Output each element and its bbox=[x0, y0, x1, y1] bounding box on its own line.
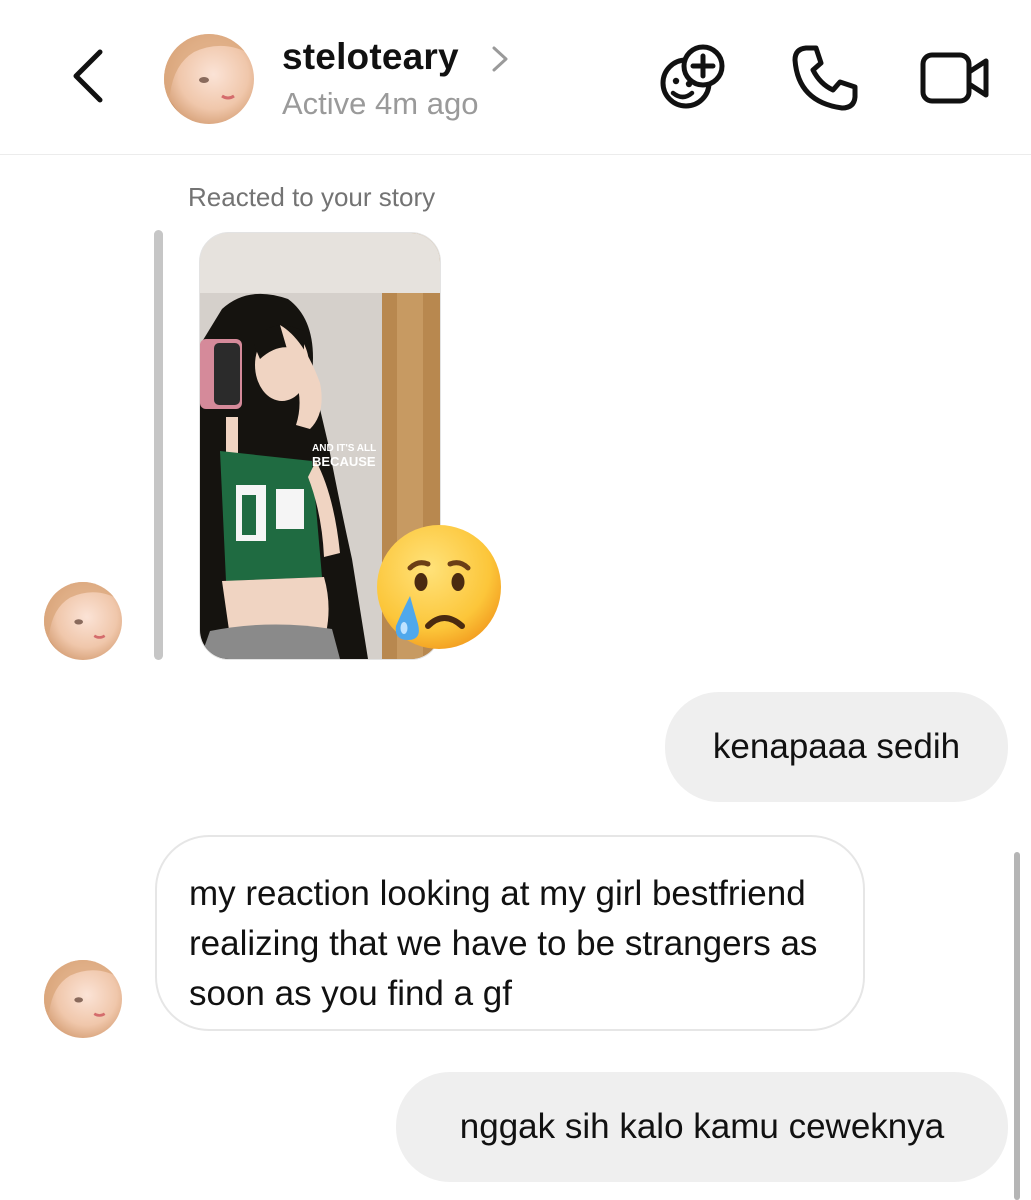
sender-avatar[interactable] bbox=[44, 960, 122, 1038]
back-button[interactable] bbox=[62, 44, 118, 108]
outgoing-message[interactable]: nggak sih kalo kamu ceweknya bbox=[396, 1072, 1008, 1182]
active-status: Active 4m ago bbox=[282, 86, 479, 121]
scrollbar[interactable] bbox=[1014, 852, 1020, 1200]
story-text-line1: AND IT'S ALL bbox=[312, 443, 376, 454]
outgoing-message[interactable]: kenapaaa sedih bbox=[665, 692, 1008, 802]
chat-header: steloteary Active 4m ago bbox=[0, 0, 1031, 155]
profile-avatar[interactable] bbox=[164, 34, 254, 124]
sender-avatar[interactable] bbox=[44, 582, 122, 660]
incoming-message[interactable]: my reaction looking at my girl bestfrien… bbox=[155, 835, 865, 1031]
video-camera-icon[interactable] bbox=[916, 38, 994, 116]
add-effects-icon[interactable] bbox=[654, 38, 732, 116]
story-text-line2: BECAUSE bbox=[312, 454, 376, 469]
story-reaction-label: Reacted to your story bbox=[188, 182, 436, 212]
phone-icon[interactable] bbox=[786, 38, 864, 116]
back-arrow-icon bbox=[73, 49, 103, 103]
reply-indicator-bar bbox=[154, 230, 163, 660]
crying-face-emoji bbox=[377, 525, 501, 649]
chevron-right-icon[interactable] bbox=[488, 42, 512, 76]
username[interactable]: steloteary bbox=[282, 36, 459, 78]
